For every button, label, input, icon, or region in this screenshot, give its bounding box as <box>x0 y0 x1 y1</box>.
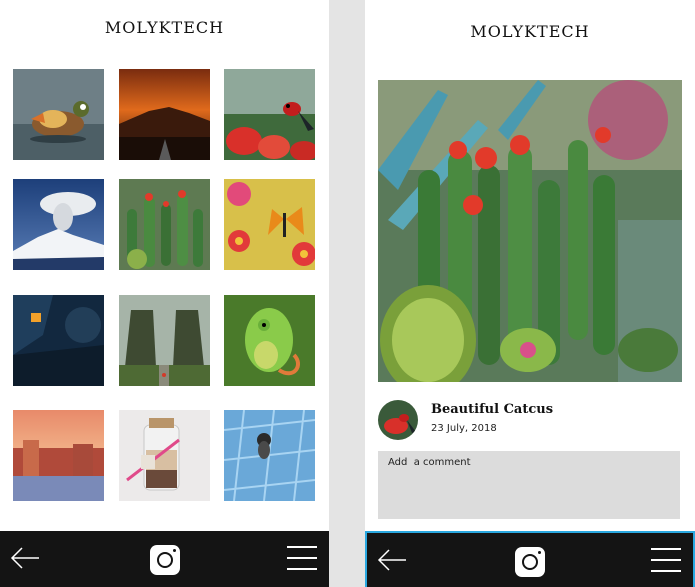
gallery-screen: MOLYKTECH <box>0 0 329 587</box>
bottom-nav-bar <box>365 531 695 587</box>
user-avatar[interactable] <box>378 400 418 440</box>
post-detail-screen: MOLYKTECH Beautiful Catcus 23 July, 2018… <box>365 0 695 587</box>
hamburger-menu-icon[interactable] <box>651 546 681 574</box>
photo-thumbnail-temple-gate[interactable] <box>119 295 210 386</box>
hamburger-menu-icon[interactable] <box>287 544 317 572</box>
camera-flash-dot <box>172 549 176 552</box>
photo-thumbnail-butterfly[interactable] <box>224 179 315 270</box>
post-image-cactus[interactable] <box>378 80 682 382</box>
photo-thumbnail-chameleon[interactable] <box>224 295 315 386</box>
post-date: 23 July, 2018 <box>431 423 497 434</box>
photo-thumbnail-duck[interactable] <box>13 69 104 160</box>
photo-grid <box>13 69 317 501</box>
app-title: MOLYKTECH <box>104 18 225 37</box>
bottom-nav-bar <box>0 531 329 587</box>
camera-flash-dot <box>538 551 541 554</box>
camera-icon[interactable] <box>149 545 180 575</box>
photo-thumbnail-red-bird[interactable] <box>224 69 315 160</box>
back-arrow-icon[interactable] <box>377 547 407 573</box>
photo-thumbnail-night-lantern[interactable] <box>13 295 104 386</box>
camera-lens <box>156 552 173 568</box>
photo-thumbnail-venice[interactable] <box>13 410 104 501</box>
app-title: MOLYKTECH <box>470 22 590 41</box>
photo-thumbnail-cactus[interactable] <box>119 179 210 270</box>
photo-thumbnail-volcano-eruption[interactable] <box>13 179 104 270</box>
photo-thumbnail-dessert-jar[interactable] <box>119 410 210 501</box>
back-arrow-icon[interactable] <box>10 545 40 571</box>
comment-input[interactable] <box>378 451 680 519</box>
photo-thumbnail-volcano-sunset[interactable] <box>119 69 210 160</box>
post-title: Beautiful Catcus <box>431 402 554 417</box>
camera-icon[interactable] <box>515 547 545 577</box>
photo-thumbnail-aerial-pool[interactable] <box>224 410 315 501</box>
camera-lens <box>522 554 538 570</box>
